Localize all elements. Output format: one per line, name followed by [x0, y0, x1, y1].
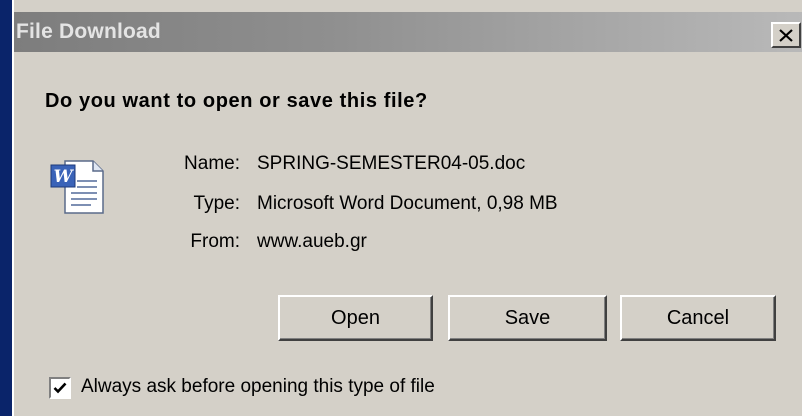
word-document-icon: W [50, 160, 104, 214]
dialog-title: File Download [16, 20, 161, 43]
always-ask-checkbox[interactable] [49, 377, 71, 399]
from-label: From: [190, 231, 240, 252]
always-ask-label[interactable]: Always ask before opening this type of f… [81, 376, 435, 398]
save-button[interactable]: Save [448, 295, 607, 341]
checkmark-icon [53, 382, 67, 394]
file-download-dialog: File Download Do you want to open or sav… [12, 0, 802, 416]
open-button[interactable]: Open [278, 295, 433, 341]
dialog-question: Do you want to open or save this file? [45, 90, 428, 112]
file-name-value: SPRING-SEMESTER04-05.doc [257, 153, 526, 174]
close-button[interactable] [771, 22, 801, 48]
name-label: Name: [184, 153, 240, 174]
cancel-button[interactable]: Cancel [620, 295, 776, 341]
file-type-value: Microsoft Word Document, 0,98 MB [257, 193, 558, 214]
title-bar[interactable]: File Download [14, 12, 802, 52]
file-source-value: www.aueb.gr [257, 231, 367, 252]
type-label: Type: [193, 193, 240, 214]
svg-text:W: W [53, 167, 74, 187]
close-icon [779, 28, 793, 42]
